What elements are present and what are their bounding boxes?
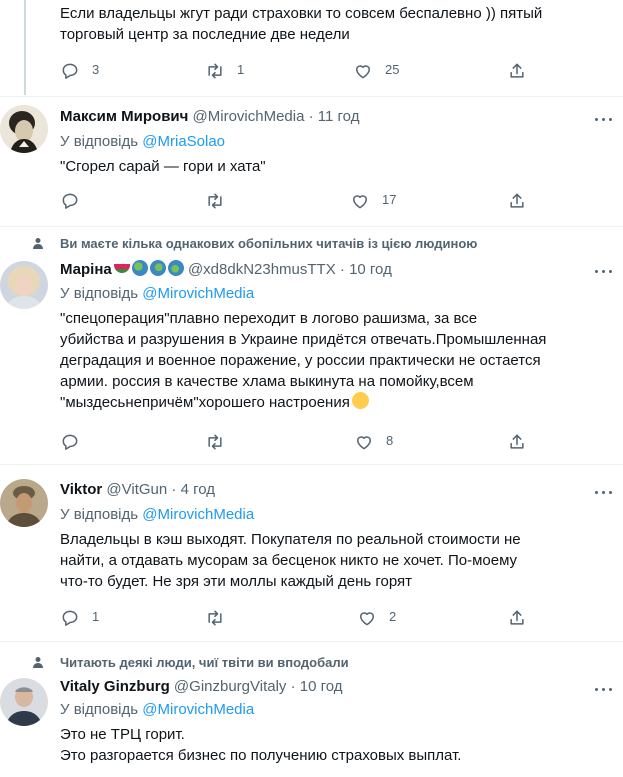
tweet[interactable]: Если владельцы жгут ради страховки то со… [0,0,623,97]
portrait-image [0,678,48,726]
mention-link[interactable]: @MirovichMedia [142,506,254,523]
share-icon [510,434,524,449]
avatar[interactable] [0,261,48,309]
tweet[interactable]: Максим Мирович @MirovichMedia · 11 год У… [0,97,623,227]
tweet-actions: 1 2 [60,608,540,628]
display-name[interactable]: Vitaly Ginzburg [60,678,170,695]
replying-to: У відповідь @MirovichMedia [60,701,255,718]
reply-count: 3 [92,62,100,77]
tweet-text: "спецоперация"плавно переходит в логово … [60,310,547,411]
display-name[interactable]: Маріна [60,261,112,278]
like-icon [356,65,370,79]
tweet-header: Маріна @xd8dkN23hmusTTX · 10 год [60,260,392,278]
share-icon [510,63,524,78]
like-count: 25 [385,62,400,77]
retweet-icon [208,193,222,209]
tweet-text: Владельцы в кэш выходят. Покупателя по р… [60,531,521,590]
tweet-text: "Сгорел сарай — гори и хата" [60,158,266,175]
like-count: 8 [386,433,394,448]
more-button[interactable] [593,680,615,700]
more-button[interactable] [593,110,615,130]
tweet-text: Если владельцы жгут ради страховки то со… [60,5,543,43]
reply-icon [62,434,78,450]
grinning-emoji [351,392,369,409]
watermelon-emoji [113,264,130,273]
user-handle[interactable]: @VitGun [106,481,167,498]
reply-icon [62,193,78,209]
social-context: Читають деякі люди, чиї твіти ви вподоба… [60,655,349,670]
like-count: 17 [382,192,397,207]
person-icon [33,238,43,249]
tweet-actions: 3 1 25 [60,61,540,81]
tweet-actions: 8 [60,432,540,452]
person-icon [33,657,43,668]
tweet-header: Vitaly Ginzburg @GinzburgVitaly · 10 год [60,678,343,695]
portrait-image [0,261,48,309]
user-handle[interactable]: @xd8dkN23hmusTTX [188,261,336,278]
user-handle[interactable]: @GinzburgVitaly [174,678,287,695]
replying-to: У відповідь @MirovichMedia [60,285,255,302]
share-icon [510,610,524,625]
mention-link[interactable]: @MirovichMedia [142,285,254,302]
reply-icon [62,63,78,79]
avatar[interactable] [0,479,48,527]
reply-icon [62,610,78,626]
tweet-header: Viktor @VitGun · 4 год [60,481,216,498]
retweet-icon [208,434,222,450]
timestamp[interactable]: 4 год [181,481,215,498]
tweet-header: Максим Мирович @MirovichMedia · 11 год [60,108,360,125]
globe-emoji [149,260,166,276]
like-icon [353,195,367,209]
like-count: 2 [389,609,397,624]
mention-link[interactable]: @MirovichMedia [142,701,254,718]
globe-emoji [167,260,184,276]
like-icon [357,436,371,450]
retweet-icon [208,63,222,79]
retweet-count: 1 [237,62,245,77]
tweet-actions: 17 [60,191,540,211]
timestamp[interactable]: 10 год [349,261,392,278]
like-icon [360,612,374,626]
tweet-text: Это не ТРЦ горит. Это разгорается бизнес… [60,726,462,764]
tweet[interactable]: Читають деякі люди, чиї твіти ви вподоба… [0,642,623,777]
portrait-image [0,479,48,527]
retweet-icon [208,610,222,626]
replying-to: У відповідь @MriaSolao [60,133,226,150]
reply-count: 1 [92,609,100,624]
replying-to: У відповідь @MirovichMedia [60,506,255,523]
mention-link[interactable]: @MriaSolao [142,133,225,150]
thread-line [24,0,26,95]
tweet[interactable]: Viktor @VitGun · 4 год У відповідь @Miro… [0,465,623,642]
timestamp[interactable]: 10 год [300,678,343,695]
user-handle[interactable]: @MirovichMedia [193,108,305,125]
avatar[interactable] [0,678,48,726]
tweet[interactable]: Ви маєте кілька однакових обопільних чит… [0,227,623,465]
more-button[interactable] [593,262,615,282]
globe-emoji [131,260,148,276]
display-name[interactable]: Максим Мирович [60,108,188,125]
share-icon [510,193,524,208]
avatar[interactable] [0,105,48,153]
display-name[interactable]: Viktor [60,481,102,498]
social-context: Ви маєте кілька однакових обопільних чит… [60,236,478,251]
timestamp[interactable]: 11 год [318,108,360,125]
portrait-image [0,105,48,153]
more-button[interactable] [593,483,615,503]
